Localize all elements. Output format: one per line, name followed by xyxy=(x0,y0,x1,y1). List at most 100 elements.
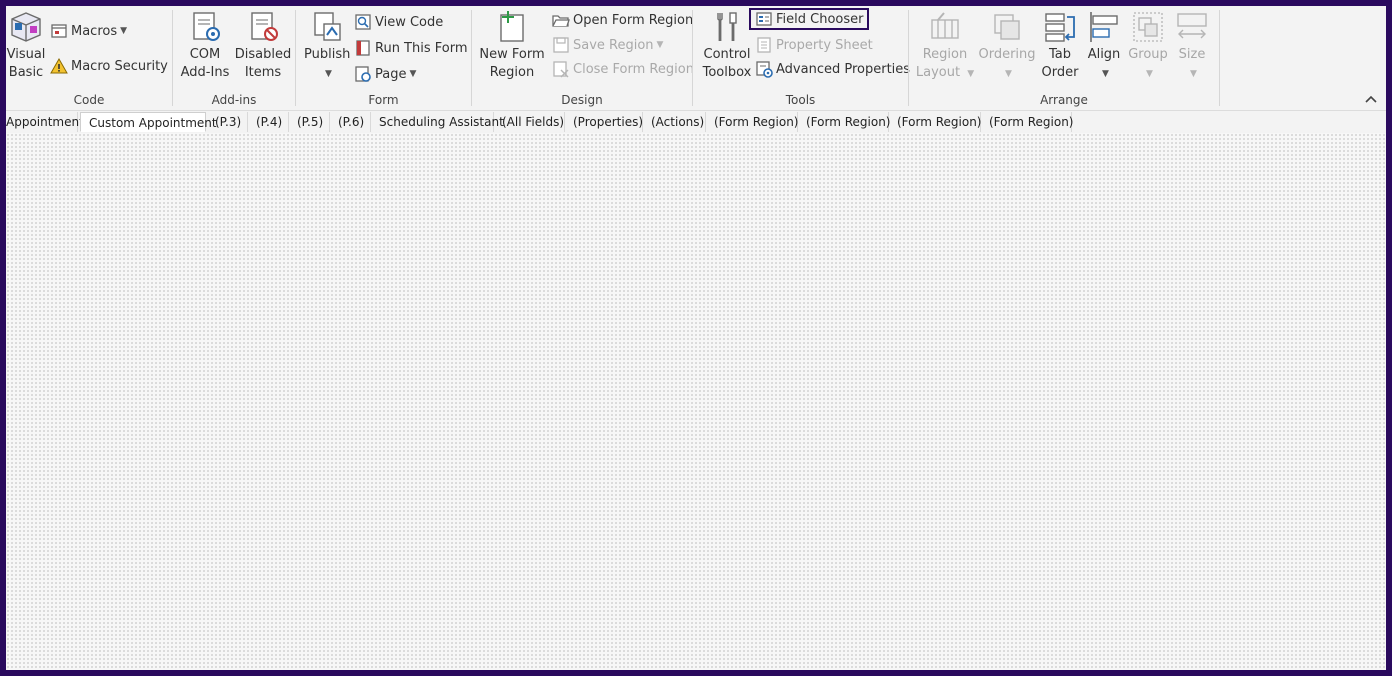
tab-appointment[interactable]: Appointment xyxy=(6,112,84,132)
disabled-items-label-line1: Disabled xyxy=(234,47,292,62)
view-code-button[interactable]: View Code xyxy=(354,11,443,33)
chevron-down-icon: ▼ xyxy=(1146,69,1153,79)
run-this-form-button[interactable]: Run This Form xyxy=(354,37,468,59)
close-region-icon xyxy=(553,61,569,78)
group-design: New Form Region Open Form Region Save Re… xyxy=(472,6,694,110)
size-icon xyxy=(1177,13,1207,39)
tab-order-label-line2: Order xyxy=(1041,65,1079,80)
group-label: Group xyxy=(1128,47,1168,62)
tools-icon xyxy=(717,12,737,41)
macros-label: Macros xyxy=(71,23,118,39)
view-code-label: View Code xyxy=(375,14,444,30)
advanced-properties-button[interactable]: Advanced Properties xyxy=(755,58,910,80)
chevron-down-icon: ▼ xyxy=(656,40,664,50)
tab-form-region[interactable]: (Form Region) xyxy=(981,112,1074,132)
open-form-region-button[interactable]: Open Form Region xyxy=(552,9,693,31)
property-sheet-label: Property Sheet xyxy=(776,37,873,53)
open-form-region-label: Open Form Region xyxy=(573,12,694,28)
region-layout-label-line1: Region xyxy=(922,47,968,62)
new-form-region-label-line1: New Form xyxy=(479,47,545,62)
visual-basic-label-line1: Visual xyxy=(6,47,46,62)
publish-button[interactable]: Publish ▼ xyxy=(304,10,350,83)
property-sheet-button[interactable]: Property Sheet xyxy=(755,34,873,56)
align-left-icon xyxy=(1090,12,1118,42)
tab-p4[interactable]: (P.4) xyxy=(248,112,289,132)
ribbon: Visual Basic Macros ▼ Macro Security Cod… xyxy=(6,6,1386,111)
group-label-addins: Add-ins xyxy=(211,93,257,107)
group-button[interactable]: Group ▼ xyxy=(1125,10,1171,83)
ordering-icon xyxy=(994,14,1020,40)
new-form-region-button[interactable]: New Form Region xyxy=(478,10,546,82)
tab-p5[interactable]: (P.5) xyxy=(289,112,330,132)
field-chooser-button[interactable]: Field Chooser xyxy=(749,8,870,30)
new-form-region-label-line2: Region xyxy=(489,65,535,80)
ordering-button[interactable]: Ordering ▼ xyxy=(977,10,1037,83)
macro-security-label: Macro Security xyxy=(71,58,168,74)
tab-properties[interactable]: (Properties) xyxy=(565,112,643,132)
tab-form-region[interactable]: (Form Region) xyxy=(889,112,982,132)
macros-icon xyxy=(51,24,67,38)
tab-order-label-line1: Tab xyxy=(1048,47,1071,62)
page-label: Page xyxy=(375,66,407,82)
chevron-down-icon: ▼ xyxy=(1102,69,1109,79)
macro-security-button[interactable]: Macro Security xyxy=(50,55,168,77)
group-addins: COM Add-Ins Disabled Items Add-ins xyxy=(173,6,295,110)
group-code: Visual Basic Macros ▼ Macro Security Cod… xyxy=(6,6,172,110)
save-region-label: Save Region xyxy=(573,37,654,53)
disabled-items-button[interactable]: Disabled Items xyxy=(233,10,293,82)
disabled-items-icon xyxy=(251,12,278,41)
group-label-form: Form xyxy=(368,93,399,107)
warning-icon xyxy=(50,57,68,74)
com-addins-label-line2: Add-Ins xyxy=(180,65,230,80)
control-toolbox-label-line2: Toolbox xyxy=(702,65,752,80)
chevron-down-icon: ▼ xyxy=(967,69,975,79)
save-icon xyxy=(553,37,569,53)
page-button[interactable]: Page ▼ xyxy=(354,63,416,85)
tab-p6[interactable]: (P.6) xyxy=(330,112,371,132)
com-addins-icon xyxy=(193,12,220,41)
outlook-form-designer-window: Visual Basic Macros ▼ Macro Security Cod… xyxy=(6,6,1386,670)
run-form-icon xyxy=(356,40,370,56)
com-addins-button[interactable]: COM Add-Ins xyxy=(179,10,231,82)
region-layout-icon xyxy=(931,12,959,39)
group-label-tools: Tools xyxy=(785,93,816,107)
group-label-code: Code xyxy=(73,93,105,107)
form-page-tabs: Appointment Custom Appointment (P.3) (P.… xyxy=(6,111,1386,134)
group-separator xyxy=(1219,10,1220,106)
advanced-properties-label: Advanced Properties xyxy=(776,61,911,77)
form-design-grid[interactable] xyxy=(6,133,1386,670)
group-tools: Control Toolbox Field Chooser Property S… xyxy=(693,6,910,110)
save-region-button[interactable]: Save Region ▼ xyxy=(552,34,663,56)
macros-button[interactable]: Macros ▼ xyxy=(50,20,127,42)
page-settings-icon xyxy=(355,66,371,82)
chevron-down-icon: ▼ xyxy=(1190,69,1197,79)
control-toolbox-button[interactable]: Control Toolbox xyxy=(699,10,755,82)
new-form-region-icon xyxy=(500,11,524,42)
run-this-form-label: Run This Form xyxy=(375,40,468,56)
group-label-arrange: Arrange xyxy=(1040,93,1088,107)
tab-all-fields[interactable]: (All Fields) xyxy=(494,112,565,132)
align-button[interactable]: Align ▼ xyxy=(1083,10,1125,83)
tab-p3[interactable]: (P.3) xyxy=(207,112,248,132)
chevron-down-icon: ▼ xyxy=(325,69,332,79)
property-sheet-icon xyxy=(757,37,771,53)
collapse-ribbon-icon[interactable] xyxy=(1364,92,1378,106)
tab-order-button[interactable]: Tab Order xyxy=(1037,10,1083,82)
visual-basic-icon xyxy=(11,12,41,42)
tab-scheduling-assistant[interactable]: Scheduling Assistant xyxy=(371,112,504,132)
align-label: Align xyxy=(1087,47,1121,62)
tab-order-icon xyxy=(1045,13,1075,42)
close-form-region-button[interactable]: Close Form Region xyxy=(552,58,694,80)
folder-open-icon xyxy=(552,15,570,27)
group-icon xyxy=(1133,12,1163,42)
advanced-properties-icon xyxy=(756,61,773,78)
tab-form-region[interactable]: (Form Region) xyxy=(798,112,891,132)
size-button[interactable]: Size ▼ xyxy=(1171,10,1213,83)
tab-actions[interactable]: (Actions) xyxy=(643,112,706,132)
chevron-down-icon: ▼ xyxy=(120,26,128,36)
group-label-design: Design xyxy=(561,93,603,107)
region-layout-button[interactable]: Region Layout ▼ xyxy=(915,10,975,83)
visual-basic-button[interactable]: Visual Basic xyxy=(6,10,46,82)
tab-custom-appointment[interactable]: Custom Appointment xyxy=(80,112,217,132)
tab-form-region[interactable]: (Form Region) xyxy=(706,112,799,132)
